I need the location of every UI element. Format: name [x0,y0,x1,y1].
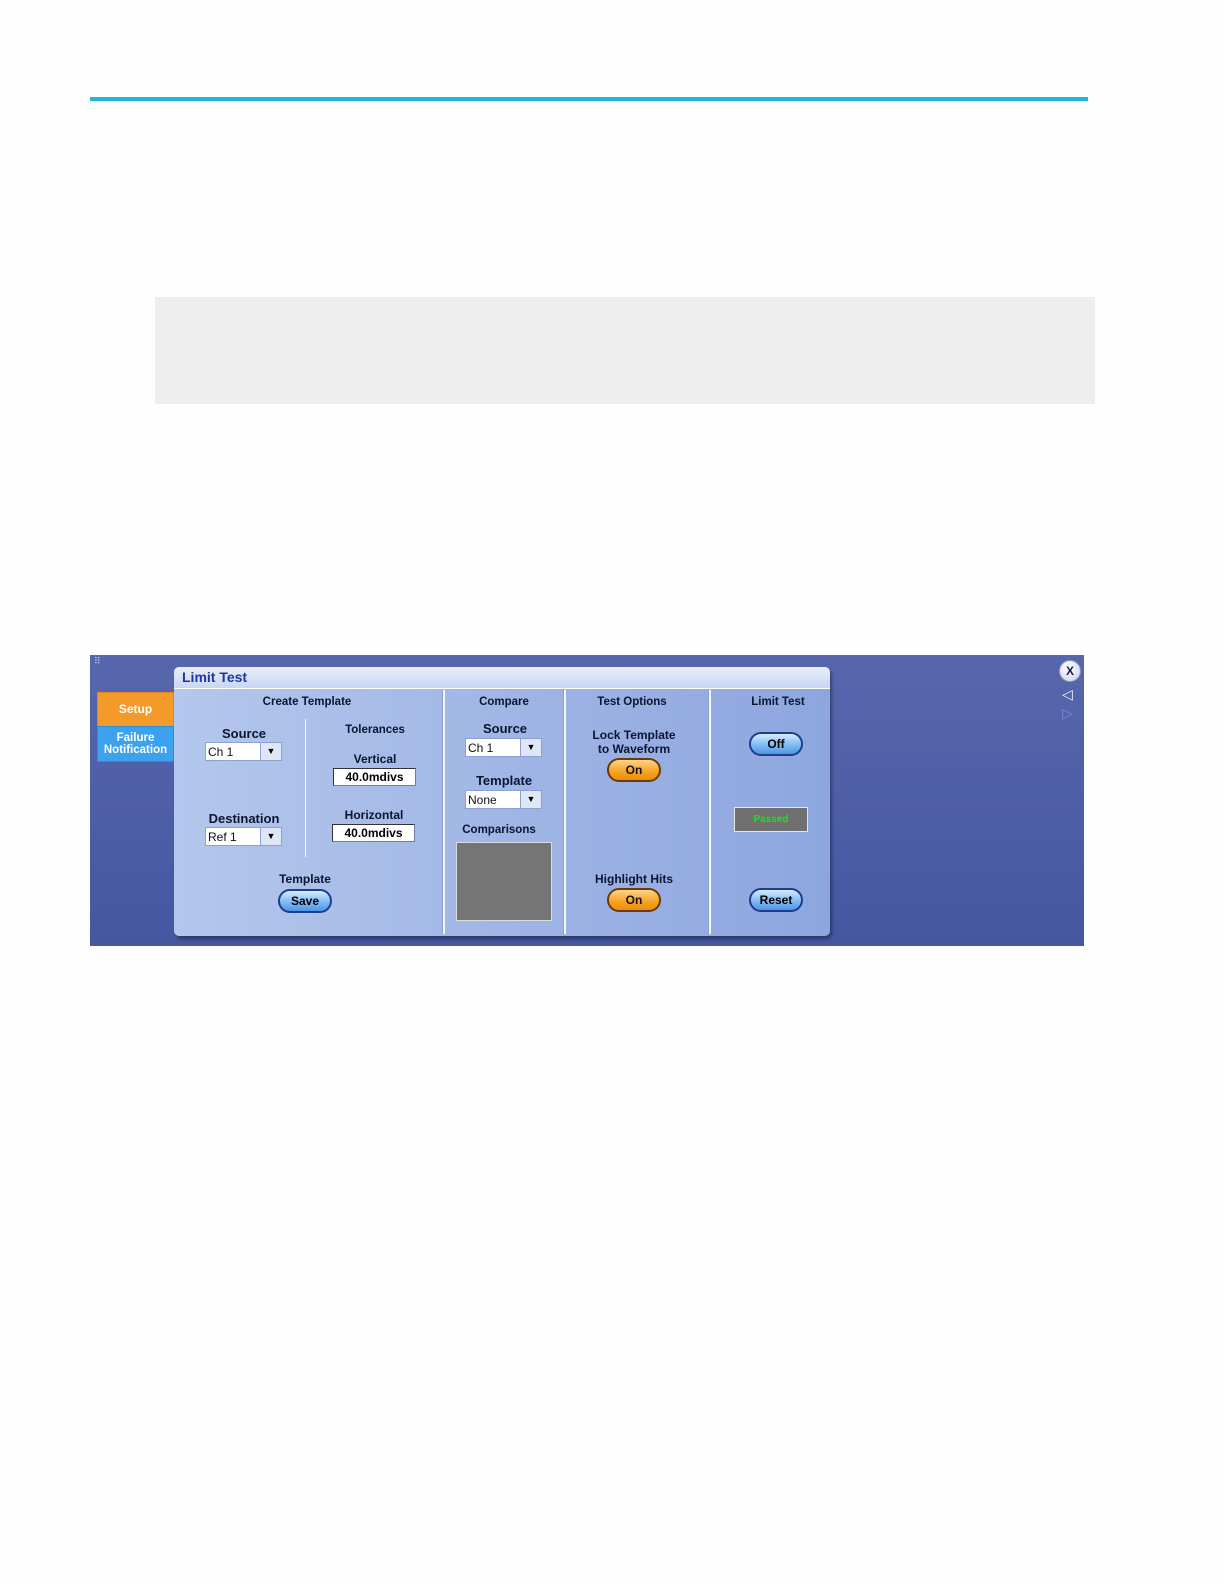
panel-title: Limit Test [182,669,248,685]
section-divider [442,690,445,934]
section-divider [563,690,566,934]
source-label: Source [221,726,267,741]
limit-test-panel: Limit Test Create Template Source Ch 1 ▼… [174,667,830,936]
destination-value: Ref 1 [208,830,237,844]
horizontal-label: Horizontal [344,808,404,822]
comparisons-label: Comparisons [462,824,536,836]
expand-right-icon[interactable]: ▷ [1062,706,1073,722]
tab-failure-notification[interactable]: Failure Notification [97,726,174,762]
dropdown-arrow-icon[interactable]: ▼ [260,828,281,845]
template-source-select[interactable]: Ch 1 ▼ [205,742,282,761]
template-source-value: Ch 1 [208,745,234,759]
vertical-tolerance-field[interactable]: 40.0mdivs [333,768,416,786]
limit-test-heading: Limit Test [751,696,805,708]
highlight-hits-toggle[interactable]: On [607,888,661,912]
tolerances-label: Tolerances [345,724,405,736]
note-block [155,297,1095,404]
dropdown-arrow-icon[interactable]: ▼ [520,739,541,756]
compare-heading: Compare [479,696,529,708]
test-options-heading: Test Options [597,696,667,708]
destination-label: Destination [208,811,280,826]
panel-titlebar: Limit Test [174,667,830,689]
compare-template-select[interactable]: None ▼ [465,790,542,809]
highlight-hits-label: Highlight Hits [595,872,673,886]
lock-template-toggle[interactable]: On [607,758,661,782]
header-rule [90,97,1088,101]
compare-template-label: Template [475,773,533,788]
drag-grip-icon[interactable]: ⠿ [94,657,101,667]
dropdown-arrow-icon[interactable]: ▼ [520,791,541,808]
compare-source-value: Ch 1 [468,741,494,755]
destination-select[interactable]: Ref 1 ▼ [205,827,282,846]
reset-button[interactable]: Reset [749,888,803,912]
horizontal-tolerance-field[interactable]: 40.0mdivs [332,824,415,842]
section-divider [708,690,711,934]
subsection-divider [305,719,306,857]
test-status-indicator: Passed [734,807,808,832]
limit-test-toggle[interactable]: Off [749,732,803,756]
lock-template-label-line1: Lock Template [592,728,676,742]
tab-failure-notification-label: Failure Notification [103,731,168,756]
comparisons-list[interactable] [456,842,552,921]
close-icon[interactable]: X [1059,660,1081,682]
save-template-button[interactable]: Save [278,889,332,913]
lock-template-label-line2: to Waveform [597,742,671,756]
dropdown-arrow-icon[interactable]: ▼ [260,743,281,760]
compare-source-select[interactable]: Ch 1 ▼ [465,738,542,757]
vertical-label: Vertical [353,752,397,766]
template-save-label: Template [279,872,331,886]
collapse-left-icon[interactable]: ◁ [1062,687,1073,703]
limit-test-screenshot: ⠿ Setup Failure Notification Limit Test … [90,655,1084,946]
tab-setup[interactable]: Setup [97,692,174,727]
create-template-heading: Create Template [262,696,352,708]
compare-source-label: Source [482,721,528,736]
compare-template-value: None [468,793,497,807]
